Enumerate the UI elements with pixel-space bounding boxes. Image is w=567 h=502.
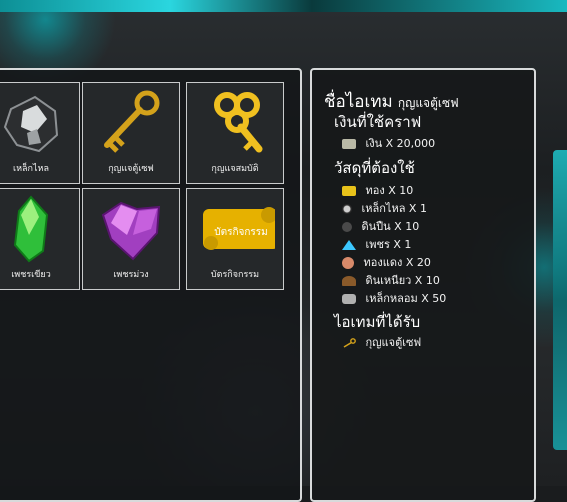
- purple-gem-icon: [101, 201, 161, 261]
- side-frame-decoration: [553, 150, 567, 450]
- item-slot-green-gem[interactable]: เพชรเขียว: [0, 188, 80, 290]
- materials-heading: วัสดุที่ต้องใช้: [334, 159, 415, 177]
- money-line: เงิน X 20,000: [342, 134, 435, 150]
- item-name-label: ชื่อไอเทม: [324, 92, 393, 112]
- item-label: เหล็กไหล: [13, 164, 49, 174]
- material-text: ทองแดง X 20: [363, 256, 431, 269]
- item-label: บัตรกิจกรรม: [210, 270, 260, 280]
- money-heading: เงินที่ใช้คราฟ: [334, 113, 422, 131]
- item-slot-safe-key[interactable]: กุญแจตู้เซฟ: [82, 82, 180, 184]
- item-slot-black-ore[interactable]: เหล็กไหล: [0, 82, 80, 184]
- item-label: เพชรม่วง: [113, 270, 149, 280]
- material-text: เพชร X 1: [365, 238, 412, 251]
- material-text: เหล็กหลอม X 50: [365, 292, 447, 305]
- money-text: เงิน X 20,000: [365, 137, 436, 150]
- item-slot-event-card[interactable]: บัตรกิจกรรม บัตรกิจกรรม: [186, 188, 284, 290]
- material-text: ทอง X 10: [365, 184, 414, 197]
- svg-text:บัตรกิจกรรม: บัตรกิจกรรม: [214, 227, 268, 238]
- item-label: เพชรเขียว: [11, 270, 51, 280]
- safe-key-icon: [343, 338, 356, 348]
- diamond-icon: [342, 240, 356, 250]
- result-heading: ไอเทมที่ได้รับ: [334, 313, 421, 331]
- item-slot-purple-gem[interactable]: เพชรม่วง: [82, 188, 180, 290]
- black-ore-icon: [342, 204, 352, 214]
- copper-icon: [342, 257, 354, 269]
- material-text: ดินปืน X 10: [361, 220, 420, 233]
- gunpowder-icon: [342, 222, 352, 232]
- item-slot-treasure-key[interactable]: กุญแจสมบัติ: [186, 82, 284, 184]
- item-label: กุญแจตู้เซฟ: [108, 164, 154, 174]
- material-clay: ดินเหนียว X 10: [342, 271, 440, 287]
- material-gunpowder: ดินปืน X 10: [342, 217, 419, 233]
- material-text: ดินเหนียว X 10: [365, 274, 440, 287]
- recipe-panel: ชื่อไอเทม กุญแจตู้เซฟ เงินที่ใช้คราฟ เงิ…: [310, 68, 536, 502]
- item-name-value: กุญแจตู้เซฟ: [397, 96, 459, 110]
- material-black-ore: เหล็กไหล X 1: [342, 199, 427, 215]
- item-grid-panel: เหล็กไหล กุญแจตู้เซฟ กุญแจสมบัติ เพชรเขี…: [0, 68, 302, 502]
- result-line: กุญแจตู้เซฟ: [342, 333, 421, 349]
- material-iron-ingot: เหล็กหลอม X 50: [342, 289, 446, 305]
- green-gem-icon: [13, 195, 49, 263]
- material-text: เหล็กไหล X 1: [361, 202, 427, 215]
- cash-icon: [342, 139, 356, 149]
- treasure-key-icon: [214, 92, 263, 153]
- event-card-icon: บัตรกิจกรรม: [203, 207, 275, 250]
- material-copper: ทองแดง X 20: [342, 253, 431, 269]
- result-text: กุญแจตู้เซฟ: [365, 336, 422, 349]
- safe-key-icon: [104, 90, 160, 153]
- material-gold: ทอง X 10: [342, 181, 413, 197]
- iron-ingot-icon: [342, 294, 356, 304]
- black-ore-icon: [3, 95, 59, 153]
- top-frame-bar: [0, 0, 567, 12]
- item-label: กุญแจสมบัติ: [211, 164, 259, 174]
- material-diamond: เพชร X 1: [342, 235, 411, 251]
- gold-bar-icon: [342, 186, 356, 196]
- clay-icon: [342, 276, 356, 286]
